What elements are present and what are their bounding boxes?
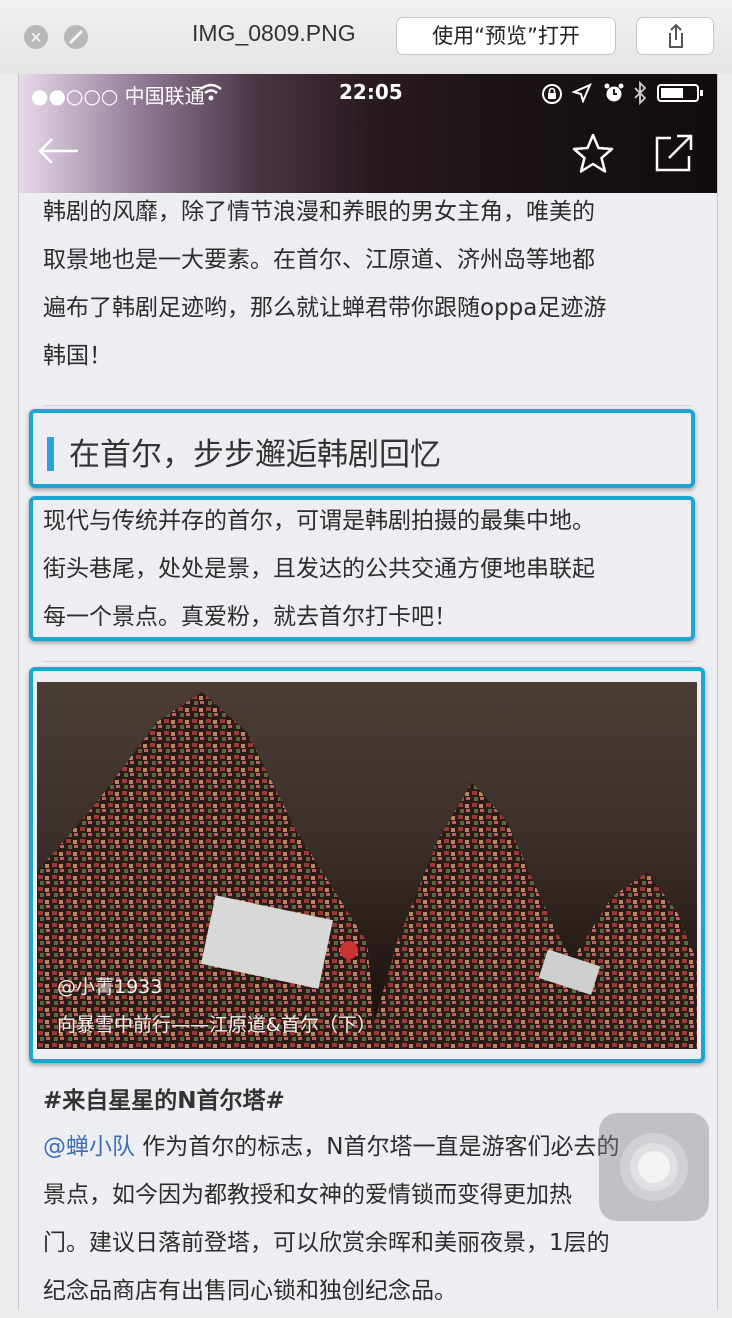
section-divider — [43, 405, 693, 406]
window-title: IMG_0809.PNG — [192, 20, 356, 46]
carrier-label: ●●○○○ 中国联通 — [31, 84, 205, 108]
intro-line: 遍布了韩剧足迹哟，那么就让蝉君带你跟随oppa足迹游 — [43, 295, 607, 321]
post-line: 作为首尔的标志，N首尔塔一直是游客们必去的 — [135, 1134, 620, 1160]
post-line: 景点，如今因为都教授和女神的爱情锁而变得更加热 — [43, 1182, 572, 1208]
status-time: 22:05 — [339, 80, 403, 104]
intro-line: 韩剧的风靡，除了情节浪漫和养眼的男女主角，唯美的 — [43, 199, 595, 225]
alarm-icon — [604, 83, 624, 102]
title-highlight-box — [29, 409, 695, 488]
phone-screenshot: ●●○○○ 中国联通 22:05 韩剧的风靡，除了情节浪漫和养眼的男女主角，唯美… — [18, 74, 718, 1310]
photo-highlight-box — [29, 667, 705, 1063]
share-icon — [669, 23, 683, 48]
quicklook-titlebar: × IMG_0809.PNG 使用“预览”打开 — [0, 0, 732, 74]
article-content: 韩剧的风靡，除了情节浪漫和养眼的男女主角，唯美的 取景地也是一大要素。在首尔、江… — [19, 193, 717, 1310]
app-header: ●●○○○ 中国联通 22:05 — [19, 74, 717, 193]
mention-link[interactable]: @蝉小队 — [43, 1134, 135, 1160]
lock-rotation-icon — [542, 84, 562, 104]
post-topic[interactable]: #来自星星的N首尔塔# — [43, 1081, 285, 1115]
photo-divider — [43, 661, 693, 662]
open-with-preview-button[interactable]: 使用“预览”打开 — [396, 17, 616, 55]
star-icon[interactable] — [571, 132, 615, 174]
share-button[interactable] — [636, 17, 714, 55]
post-body: @蝉小队 作为首尔的标志，N首尔塔一直是游客们必去的 景点，如今因为都教授和女神… — [43, 1123, 693, 1310]
paragraph-highlight-box — [29, 496, 695, 641]
location-icon — [572, 83, 592, 103]
minimize-icon[interactable] — [64, 25, 88, 49]
back-arrow-icon[interactable] — [37, 136, 81, 166]
intro-paragraph: 韩剧的风靡，除了情节浪漫和养眼的男女主角，唯美的 取景地也是一大要素。在首尔、江… — [43, 188, 693, 380]
intro-line: 取景地也是一大要素。在首尔、江原道、济州岛等地都 — [43, 247, 595, 273]
post-line: 纪念品商店有出售同心锁和独创纪念品。 — [43, 1278, 457, 1304]
post-line: 门。建议日落前登塔，可以欣赏余晖和美丽夜景，1层的 — [43, 1230, 610, 1256]
wifi-icon — [200, 83, 222, 101]
post-first-line: @蝉小队 作为首尔的标志，N首尔塔一直是游客们必去的 — [43, 1123, 693, 1171]
close-icon[interactable]: × — [24, 25, 48, 49]
assistive-touch-icon[interactable] — [599, 1113, 709, 1221]
battery-icon — [657, 84, 703, 102]
bluetooth-icon — [634, 81, 647, 105]
intro-line: 韩国！ — [43, 343, 112, 369]
external-share-icon[interactable] — [653, 132, 695, 174]
